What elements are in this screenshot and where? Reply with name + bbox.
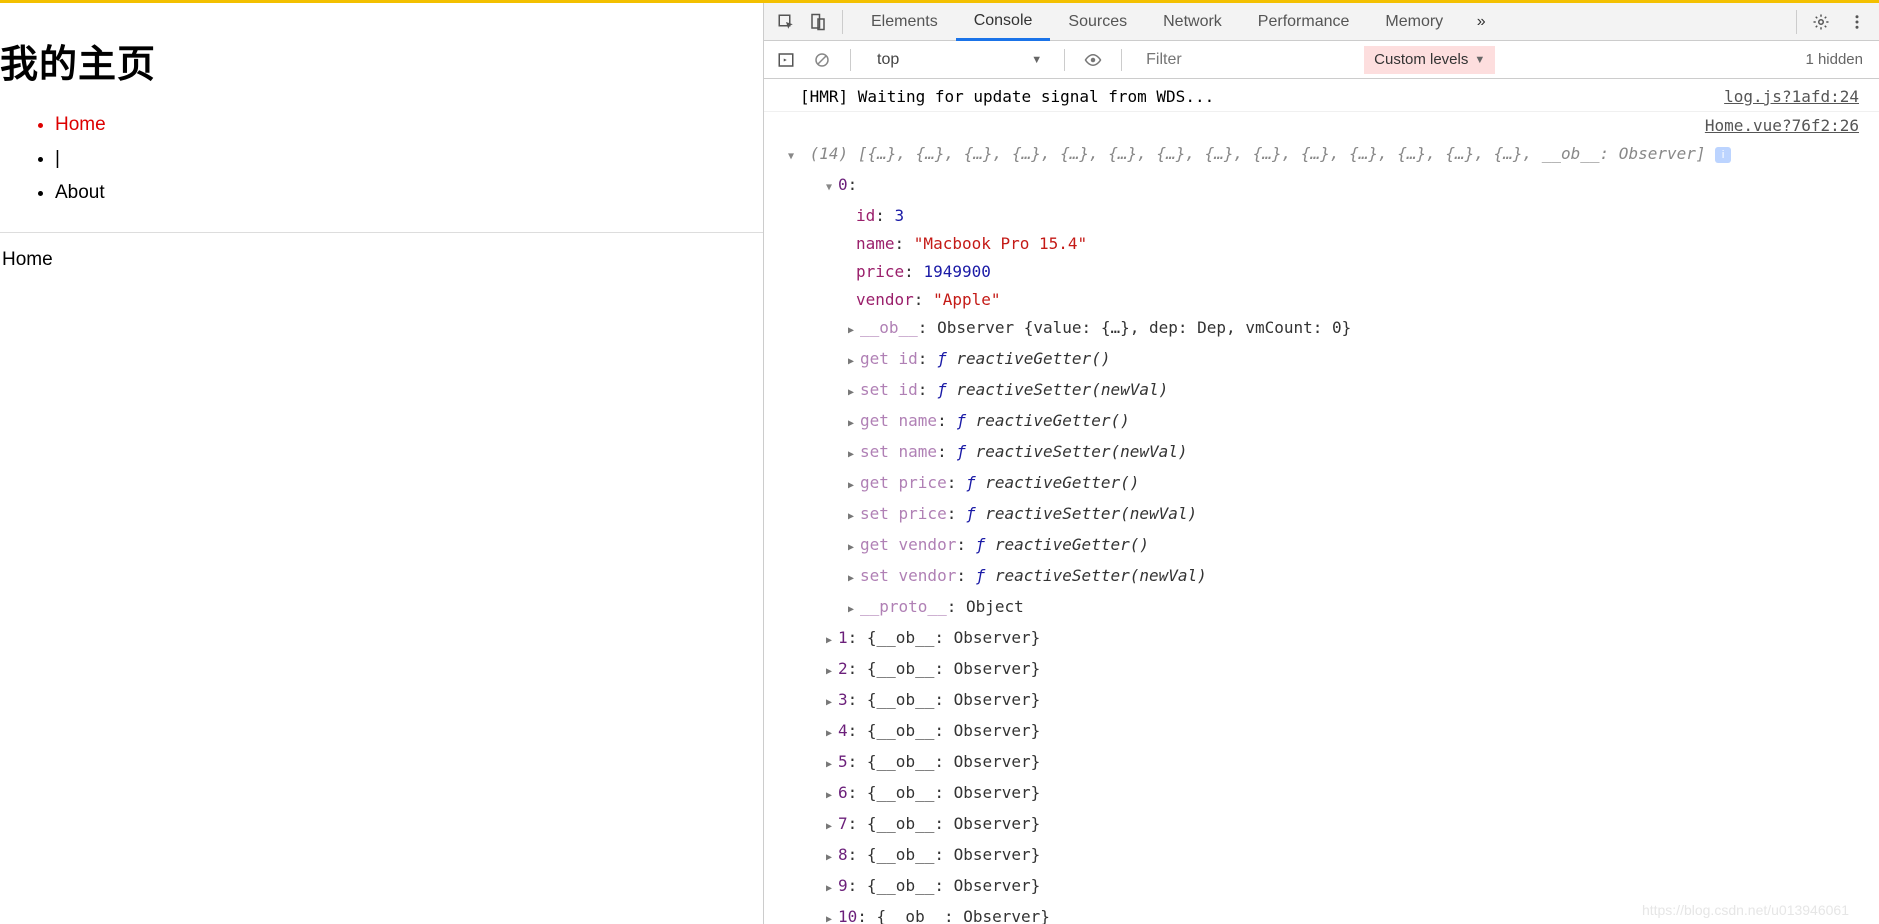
- expand-toggle-icon[interactable]: [844, 469, 858, 500]
- devtools: Elements Console Sources Network Perform…: [764, 3, 1879, 924]
- expand-toggle-icon[interactable]: [822, 717, 836, 748]
- subbar-divider: [1121, 49, 1122, 71]
- devtools-toolbar: Elements Console Sources Network Perform…: [764, 3, 1879, 41]
- clear-console-icon[interactable]: [808, 46, 836, 74]
- prop-vendor[interactable]: vendor: "Apple": [784, 286, 1859, 314]
- page-title: 我的主页: [0, 33, 763, 88]
- subbar-divider: [1064, 49, 1065, 71]
- info-badge-icon[interactable]: i: [1715, 147, 1731, 163]
- array-index-collapsed[interactable]: 3: {__ob__: Observer}: [784, 686, 1859, 717]
- prop-ob[interactable]: __ob__: Observer {value: {…}, dep: Dep, …: [784, 314, 1859, 345]
- expand-toggle-icon[interactable]: [844, 500, 858, 531]
- array-index-collapsed[interactable]: 4: {__ob__: Observer}: [784, 717, 1859, 748]
- page-content: 我的主页 Home | About: [0, 3, 763, 232]
- toolbar-divider: [842, 10, 843, 34]
- expand-toggle-icon[interactable]: [784, 140, 798, 171]
- prop-accessor[interactable]: set id: ƒ reactiveSetter(newVal): [784, 376, 1859, 407]
- settings-icon[interactable]: [1807, 8, 1835, 36]
- prop-name[interactable]: name: "Macbook Pro 15.4": [784, 230, 1859, 258]
- toggle-device-icon[interactable]: [804, 8, 832, 36]
- expand-toggle-icon[interactable]: [844, 314, 858, 345]
- console-subbar: top ▼ Custom levels ▼ 1 hidden: [764, 41, 1879, 79]
- expand-toggle-icon[interactable]: [844, 562, 858, 593]
- tab-memory[interactable]: Memory: [1367, 3, 1461, 41]
- context-select[interactable]: top ▼: [865, 46, 1050, 74]
- tab-network[interactable]: Network: [1145, 3, 1240, 41]
- page-pane: 我的主页 Home | About Home: [0, 3, 764, 924]
- live-expression-icon[interactable]: [1079, 46, 1107, 74]
- expand-toggle-icon[interactable]: [822, 872, 836, 903]
- more-tabs-icon[interactable]: »: [1467, 8, 1495, 36]
- expand-toggle-icon[interactable]: [822, 624, 836, 655]
- array-index-collapsed[interactable]: 8: {__ob__: Observer}: [784, 841, 1859, 872]
- tab-performance[interactable]: Performance: [1240, 3, 1368, 41]
- expand-toggle-icon[interactable]: [822, 810, 836, 841]
- array-summary[interactable]: (14) [{…}, {…}, {…}, {…}, {…}, {…}, {…},…: [784, 140, 1859, 171]
- array-index-0[interactable]: 0:: [784, 171, 1859, 202]
- prop-accessor[interactable]: set price: ƒ reactiveSetter(newVal): [784, 500, 1859, 531]
- expand-toggle-icon[interactable]: [822, 686, 836, 717]
- expand-toggle-icon[interactable]: [844, 438, 858, 469]
- array-index-collapsed[interactable]: 1: {__ob__: Observer}: [784, 624, 1859, 655]
- subbar-divider: [850, 49, 851, 71]
- expand-toggle-icon[interactable]: [822, 748, 836, 779]
- route-view: Home: [0, 233, 763, 271]
- prop-accessor[interactable]: set name: ƒ reactiveSetter(newVal): [784, 438, 1859, 469]
- expand-toggle-icon[interactable]: [844, 345, 858, 376]
- log-array-block[interactable]: (14) [{…}, {…}, {…}, {…}, {…}, {…}, {…},…: [764, 140, 1879, 924]
- array-index-collapsed[interactable]: 6: {__ob__: Observer}: [784, 779, 1859, 810]
- console-body[interactable]: [HMR] Waiting for update signal from WDS…: [764, 79, 1879, 924]
- nav-list: Home | About: [0, 108, 763, 210]
- prop-accessor[interactable]: get id: ƒ reactiveGetter(): [784, 345, 1859, 376]
- prop-accessor[interactable]: set vendor: ƒ reactiveSetter(newVal): [784, 562, 1859, 593]
- expand-toggle-icon[interactable]: [844, 593, 858, 624]
- chevron-down-icon: ▼: [1474, 54, 1485, 66]
- log-message: [HMR] Waiting for update signal from WDS…: [800, 83, 1700, 111]
- log-levels-select[interactable]: Custom levels ▼: [1364, 46, 1495, 74]
- nav-item-home[interactable]: Home: [55, 108, 763, 142]
- prop-price[interactable]: price: 1949900: [784, 258, 1859, 286]
- expand-toggle-icon[interactable]: [844, 531, 858, 562]
- expand-toggle-icon[interactable]: [822, 171, 836, 202]
- expand-toggle-icon[interactable]: [822, 779, 836, 810]
- watermark: https://blog.csdn.net/u013946061: [1642, 902, 1849, 918]
- tab-console[interactable]: Console: [956, 3, 1051, 41]
- array-index-collapsed[interactable]: 2: {__ob__: Observer}: [784, 655, 1859, 686]
- tab-sources[interactable]: Sources: [1050, 3, 1145, 41]
- devtools-tabs: Elements Console Sources Network Perform…: [853, 3, 1786, 41]
- inspect-element-icon[interactable]: [772, 8, 800, 36]
- prop-accessor[interactable]: get price: ƒ reactiveGetter(): [784, 469, 1859, 500]
- array-index-collapsed[interactable]: 7: {__ob__: Observer}: [784, 810, 1859, 841]
- nav-link-about[interactable]: About: [55, 182, 105, 203]
- expand-toggle-icon[interactable]: [822, 655, 836, 686]
- log-row-array-src[interactable]: Home.vue?76f2:26: [764, 112, 1879, 140]
- expand-toggle-icon[interactable]: [822, 903, 836, 924]
- prop-accessor[interactable]: get vendor: ƒ reactiveGetter(): [784, 531, 1859, 562]
- prop-proto[interactable]: __proto__: Object: [784, 593, 1859, 624]
- log-source-link[interactable]: log.js?1afd:24: [1724, 83, 1859, 111]
- prop-accessor[interactable]: get name: ƒ reactiveGetter(): [784, 407, 1859, 438]
- expand-toggle-icon[interactable]: [822, 841, 836, 872]
- kebab-menu-icon[interactable]: [1843, 8, 1871, 36]
- array-index-collapsed[interactable]: 9: {__ob__: Observer}: [784, 872, 1859, 903]
- hidden-count[interactable]: 1 hidden: [1805, 51, 1863, 68]
- chevron-down-icon: ▼: [1031, 54, 1042, 66]
- log-row-hmr[interactable]: [HMR] Waiting for update signal from WDS…: [764, 83, 1879, 112]
- nav-separator: |: [55, 142, 763, 176]
- toggle-sidebar-icon[interactable]: [772, 46, 800, 74]
- array-index-collapsed[interactable]: 5: {__ob__: Observer}: [784, 748, 1859, 779]
- console-filter-input[interactable]: [1136, 46, 1348, 74]
- toolbar-divider: [1796, 10, 1797, 34]
- log-source-link[interactable]: Home.vue?76f2:26: [1705, 112, 1859, 140]
- prop-id[interactable]: id: 3: [784, 202, 1859, 230]
- nav-item-about[interactable]: About: [55, 176, 763, 210]
- expand-toggle-icon[interactable]: [844, 376, 858, 407]
- toolbar-right: [1807, 8, 1871, 36]
- nav-link-home[interactable]: Home: [55, 114, 106, 135]
- tab-elements[interactable]: Elements: [853, 3, 956, 41]
- expand-toggle-icon[interactable]: [844, 407, 858, 438]
